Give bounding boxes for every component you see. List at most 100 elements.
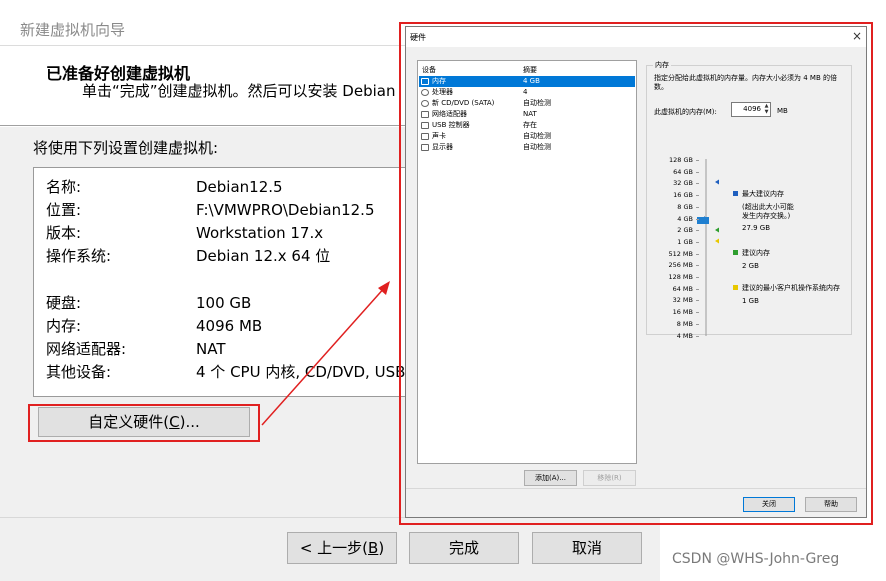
wizard-prompt: 将使用下列设置创建虚拟机: [33, 139, 219, 157]
summary-row-disk: 硬盘: 100 GB [46, 292, 251, 313]
recommended-value: 2 GB [742, 262, 759, 270]
back-suffix: ) [378, 539, 385, 557]
device-summary: 自动检测 [523, 143, 551, 151]
dialog-footer-divider [406, 488, 866, 489]
max-recommended-value: 27.9 GB [742, 224, 771, 232]
scale-tick-label: 16 MB [672, 308, 693, 317]
summary-value: Debian12.5 [196, 178, 283, 196]
summary-row-location: 位置: F:\VMWPRO\Debian12.5 [46, 199, 375, 220]
back-button[interactable]: < 上一步(B) [287, 532, 397, 564]
hardware-dialog: 硬件 × 设备 摘要 内存 4 GB 处理器 4 新 CD/DVD (SATA) 自动… [405, 26, 867, 518]
summary-column-header: 摘要 [523, 66, 537, 74]
device-name: 内存 [432, 77, 446, 85]
wizard-footer: < 上一步(B) 完成 取消 [0, 517, 660, 581]
scale-tick-label: 8 GB [677, 202, 693, 211]
cpu-icon [421, 89, 429, 96]
summary-row-name: 名称: Debian12.5 [46, 176, 283, 197]
scale-tick-label: 128 GB [669, 156, 693, 164]
summary-key: 位置: [46, 201, 82, 219]
scale-tick [696, 183, 699, 185]
summary-value: 4 个 CPU 内核, CD/DVD, USB [196, 363, 406, 381]
usb-icon [421, 122, 429, 129]
back-mnemonic: B [368, 539, 379, 557]
scale-tick-label: 32 GB [673, 179, 693, 188]
summary-key: 其他设备: [46, 363, 112, 381]
summary-key: 操作系统: [46, 247, 112, 265]
settings-summary-box: 名称: Debian12.5 位置: F:\VMWPRO\Debian12.5 版本… [33, 167, 413, 397]
summary-row-memory: 内存: 4096 MB [46, 315, 262, 336]
wizard-subtitle: 单击“完成”创建虚拟机。然后可以安装 Debian [82, 82, 396, 100]
scale-tick [696, 195, 699, 197]
device-row-display[interactable]: 显示器 自动检测 [419, 142, 635, 153]
device-summary: 自动检测 [523, 99, 551, 107]
cancel-button[interactable]: 取消 [532, 532, 642, 564]
scale-tick-label: 2 GB [677, 226, 693, 235]
scale-tick-label: 4 GB [677, 214, 693, 223]
scale-tick [696, 300, 699, 302]
summary-row-os: 操作系统: Debian 12.x 64 位 [46, 245, 330, 266]
max-recommended-label: 最大建议内存 [742, 190, 784, 198]
device-column-header: 设备 [422, 66, 436, 74]
device-summary: 4 [523, 88, 528, 96]
guest-min-label: 建议的最小客户机操作系统内存 [742, 284, 840, 292]
scale-tick-label: 64 MB [672, 284, 693, 293]
summary-key: 网络适配器: [46, 340, 127, 358]
scale-tick-label: 4 MB [676, 331, 693, 340]
summary-value: NAT [196, 340, 226, 358]
device-name: 处理器 [432, 88, 453, 96]
summary-value: F:\VMWPRO\Debian12.5 [196, 201, 375, 219]
guest-min-marker [715, 238, 719, 244]
finish-button[interactable]: 完成 [409, 532, 519, 564]
scale-tick [696, 323, 699, 325]
scale-tick-label: 256 MB [668, 261, 693, 270]
hardware-title: 硬件 [410, 33, 426, 42]
scale-tick [696, 171, 699, 173]
scale-tick [696, 277, 699, 278]
device-row-usb[interactable]: USB 控制器 存在 [419, 120, 635, 131]
scale-tick-label: 8 MB [676, 319, 693, 328]
device-summary: 自动检测 [523, 132, 551, 140]
add-device-button[interactable]: 添加(A)... [524, 470, 577, 486]
scale-tick-label: 64 GB [673, 167, 693, 176]
device-row-cpu[interactable]: 处理器 4 [419, 87, 635, 98]
cd-icon [421, 100, 429, 107]
device-row-memory[interactable]: 内存 4 GB [419, 76, 635, 87]
back-label: < 上一步( [299, 539, 369, 557]
max-recommended-note: (超出此大小可能 发生内存交换。) [742, 203, 794, 220]
device-row-network[interactable]: 网络适配器 NAT [419, 109, 635, 120]
scale-tick-label: 512 MB [668, 249, 693, 258]
device-row-cdrom[interactable]: 新 CD/DVD (SATA) 自动检测 [419, 98, 635, 109]
device-name: 显示器 [432, 143, 453, 151]
summary-row-version: 版本: Workstation 17.x [46, 222, 323, 243]
close-button[interactable]: 关闭 [743, 497, 795, 512]
scale-tick [696, 335, 699, 337]
hardware-titlebar: 硬件 × [406, 27, 866, 47]
scale-tick [696, 265, 699, 267]
scale-tick-label: 16 GB [673, 191, 693, 200]
device-summary: NAT [523, 110, 537, 118]
scale-tick-label: 32 MB [672, 296, 693, 305]
help-button[interactable]: 帮助 [805, 497, 857, 512]
device-name: USB 控制器 [432, 121, 470, 129]
remove-device-button[interactable]: 移除(R) [583, 470, 636, 486]
close-icon[interactable]: × [852, 29, 862, 43]
summary-value: 4096 MB [196, 317, 263, 335]
speaker-icon [421, 133, 429, 140]
device-row-sound[interactable]: 声卡 自动检测 [419, 131, 635, 142]
device-summary: 存在 [523, 121, 537, 129]
scale-tick [696, 206, 699, 208]
device-summary: 4 GB [523, 77, 540, 85]
summary-key: 名称: [46, 178, 82, 196]
guest-min-value: 1 GB [742, 297, 759, 305]
watermark: CSDN @WHS-John-Greg [672, 551, 840, 567]
legend-swatch-guest-min [733, 285, 738, 290]
monitor-icon [421, 144, 429, 151]
summary-key: 硬盘: [46, 294, 82, 312]
scale-tick [696, 160, 699, 161]
memory-icon [421, 78, 429, 85]
scale-tick [696, 241, 699, 243]
summary-key: 版本: [46, 224, 82, 242]
summary-value: 100 GB [196, 294, 252, 312]
recommended-marker [715, 227, 719, 233]
scale-tick [696, 230, 699, 232]
